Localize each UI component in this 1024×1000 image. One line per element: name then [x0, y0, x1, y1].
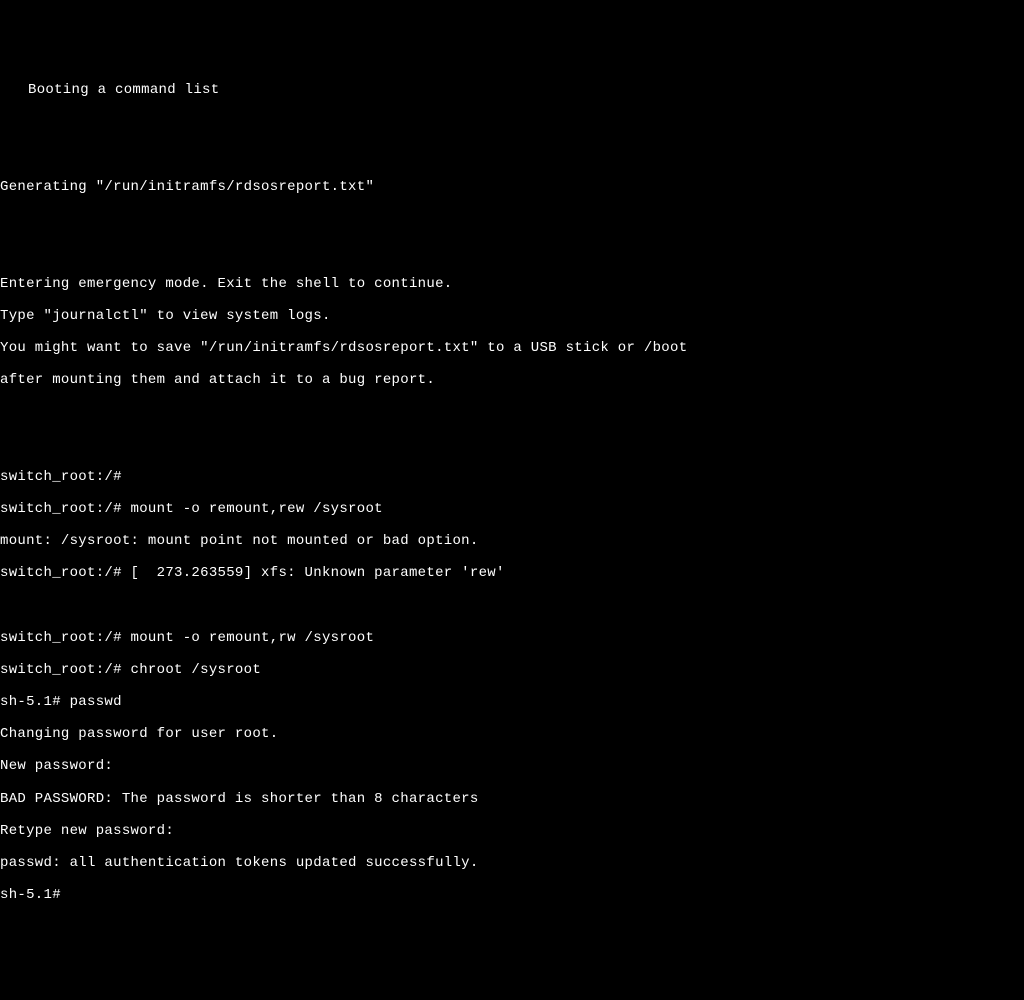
- xfs-error: switch_root:/# [ 273.263559] xfs: Unknow…: [0, 565, 1024, 581]
- passwd-command: sh-5.1# passwd: [0, 694, 1024, 710]
- blank-line: [0, 437, 1024, 453]
- blank-line: [0, 243, 1024, 259]
- new-password-prompt: New password:: [0, 758, 1024, 774]
- emergency-mode-message: Entering emergency mode. Exit the shell …: [0, 276, 1024, 292]
- passwd-success-message: passwd: all authentication tokens update…: [0, 855, 1024, 871]
- chroot-command: switch_root:/# chroot /sysroot: [0, 662, 1024, 678]
- boot-message: Booting a command list: [0, 82, 1024, 98]
- shell-prompt-active[interactable]: sh-5.1#: [0, 887, 1024, 903]
- save-report-hint-2: after mounting them and attach it to a b…: [0, 372, 1024, 388]
- blank-line: [0, 115, 1024, 131]
- mount-error: mount: /sysroot: mount point not mounted…: [0, 533, 1024, 549]
- mount-command-correct: switch_root:/# mount -o remount,rw /sysr…: [0, 630, 1024, 646]
- blank-line: [0, 211, 1024, 227]
- mount-command-typo: switch_root:/# mount -o remount,rew /sys…: [0, 501, 1024, 517]
- bad-password-warning: BAD PASSWORD: The password is shorter th…: [0, 791, 1024, 807]
- save-report-hint-1: You might want to save "/run/initramfs/r…: [0, 340, 1024, 356]
- generating-report-message: Generating "/run/initramfs/rdsosreport.t…: [0, 179, 1024, 195]
- blank-line: [0, 597, 1024, 613]
- journalctl-hint: Type "journalctl" to view system logs.: [0, 308, 1024, 324]
- shell-prompt-text: sh-5.1#: [0, 887, 70, 903]
- prompt-switch-root-empty: switch_root:/#: [0, 469, 1024, 485]
- retype-password-prompt: Retype new password:: [0, 823, 1024, 839]
- blank-line: [0, 404, 1024, 420]
- changing-password-message: Changing password for user root.: [0, 726, 1024, 742]
- terminal-screen[interactable]: Booting a command list Generating "/run/…: [0, 66, 1024, 919]
- blank-line: [0, 147, 1024, 163]
